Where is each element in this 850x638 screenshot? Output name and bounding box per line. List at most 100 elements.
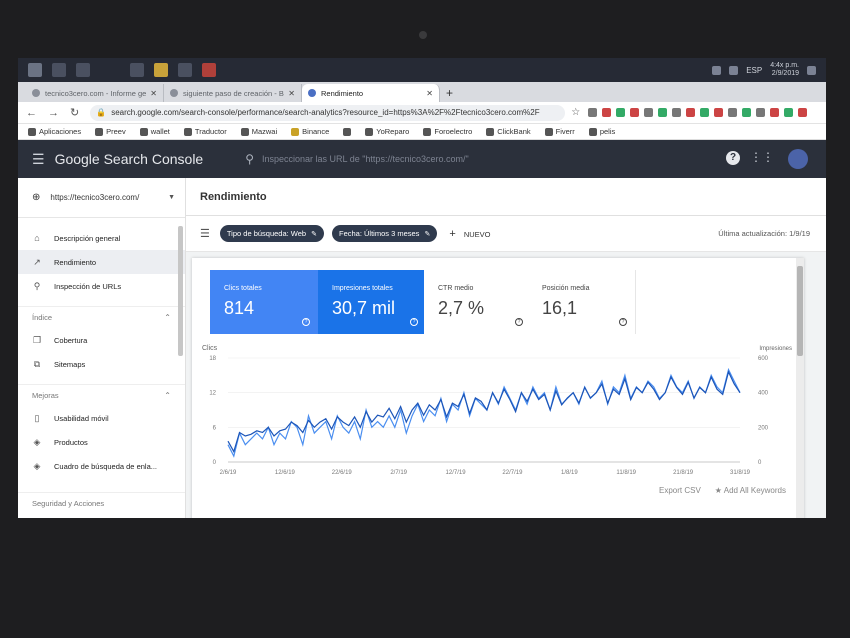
inspect-url-input[interactable]: Inspeccionar las URL de "https://tecnico…: [262, 154, 469, 164]
new-tab-icon[interactable]: +: [446, 84, 453, 102]
forward-icon[interactable]: →: [48, 107, 59, 119]
notifications-icon[interactable]: [807, 65, 816, 75]
bookmark[interactable]: Binance: [291, 127, 329, 136]
metric-total-clicks[interactable]: Clics totales 814 ?: [210, 270, 318, 334]
export-csv-button[interactable]: Export CSV: [659, 486, 701, 495]
performance-chart[interactable]: Clics Impresiones 0 6 12 18 0 200 400 600 2/6/19 12…: [192, 338, 796, 490]
help-icon[interactable]: ?: [302, 318, 310, 326]
sidebar-item-sitelinks-searchbox[interactable]: ◈ Cuadro de búsqueda de enla...: [18, 454, 185, 478]
section-index[interactable]: Índice ⌃: [18, 306, 185, 328]
plus-icon: +: [449, 227, 456, 240]
folder-icon[interactable]: [154, 63, 168, 77]
help-icon[interactable]: ?: [515, 318, 523, 326]
bookmark-star-icon[interactable]: ☆: [571, 107, 580, 118]
volume-icon[interactable]: [729, 65, 739, 75]
sidebar-item-mobile-usability[interactable]: ▯ Usabilidad móvil: [18, 406, 185, 430]
date-chip[interactable]: Fecha: Últimos 3 meses ✎: [331, 225, 438, 242]
extension-icon[interactable]: [644, 108, 654, 117]
browser-tab-active[interactable]: Rendimiento ✕: [302, 84, 440, 102]
filter-icon[interactable]: ☰: [200, 227, 210, 240]
search-icon[interactable]: [52, 63, 66, 77]
windows-start-icon[interactable]: [28, 63, 42, 77]
browser-tab[interactable]: siguiente paso de creación - Bing... ✕: [164, 84, 302, 102]
clock[interactable]: 4:4x p.m. 2/9/2019: [770, 62, 799, 78]
extension-icon[interactable]: [672, 108, 682, 117]
bookmark[interactable]: Traductor: [183, 127, 227, 136]
help-icon[interactable]: ?: [410, 318, 418, 326]
close-tab-icon[interactable]: ✕: [288, 89, 295, 98]
section-security[interactable]: Seguridad y Acciones: [18, 492, 185, 514]
extension-icon[interactable]: [714, 108, 724, 117]
bookmark[interactable]: YoReparo: [365, 127, 409, 136]
tab-title: siguiente paso de creación - Bing...: [183, 88, 284, 98]
bookmark[interactable]: Preev: [95, 127, 126, 136]
menu-icon[interactable]: ☰: [32, 151, 45, 168]
url-text: search.google.com/search-console/perform…: [111, 108, 540, 117]
sidebar-item-url-inspection[interactable]: ⚲ Inspección de URLs: [18, 274, 185, 298]
extension-icon[interactable]: [784, 108, 794, 117]
bookmark[interactable]: ClickBank: [486, 127, 531, 136]
extension-icon[interactable]: [658, 108, 668, 117]
apps-grid-icon[interactable]: ⋮⋮: [750, 150, 774, 164]
extension-icon[interactable]: [770, 108, 780, 117]
extension-icon[interactable]: [728, 108, 738, 117]
layers-icon: ◈: [33, 460, 41, 471]
search-icon[interactable]: ⚲: [245, 152, 254, 166]
reload-icon[interactable]: ↻: [70, 106, 79, 119]
store-icon[interactable]: [178, 63, 192, 77]
app-icon[interactable]: [202, 63, 216, 77]
extension-icon[interactable]: [686, 108, 696, 117]
sidebar-item-products[interactable]: ◈ Productos: [18, 430, 185, 454]
bookmark-label: wallet: [150, 127, 170, 136]
sidebar-item-sitemaps[interactable]: ⧉ Sitemaps: [18, 352, 185, 376]
task-view-icon[interactable]: [76, 63, 90, 77]
help-icon[interactable]: ?: [619, 318, 627, 326]
extension-icon[interactable]: [616, 108, 626, 117]
new-filter-button[interactable]: + NUEVO: [449, 228, 490, 240]
back-icon[interactable]: ←: [26, 107, 37, 119]
extension-icon[interactable]: [602, 108, 612, 117]
extension-icon[interactable]: [742, 108, 752, 117]
bookmark-apps[interactable]: Aplicaciones: [28, 127, 81, 136]
extension-icon[interactable]: [798, 108, 808, 117]
bookmark[interactable]: pelis: [588, 127, 615, 136]
bookmark[interactable]: Mazwai: [240, 127, 277, 136]
metric-total-impressions[interactable]: Impresiones totales 30,7 mil ?: [318, 270, 426, 334]
card-scrollbar[interactable]: [796, 258, 804, 518]
sidebar-scrollbar[interactable]: [178, 226, 183, 356]
section-improvements[interactable]: Mejoras ⌃: [18, 384, 185, 406]
bookmark[interactable]: wallet: [139, 127, 170, 136]
help-icon[interactable]: ?: [726, 151, 740, 165]
sidebar-item-performance[interactable]: ↗ Rendimiento: [18, 250, 185, 274]
sidebar-item-coverage[interactable]: ❐ Cobertura: [18, 328, 185, 352]
extension-icon[interactable]: [700, 108, 710, 117]
app-title[interactable]: Google Search Console: [55, 151, 204, 167]
app-icon[interactable]: [130, 63, 144, 77]
sidebar-item-label: Usabilidad móvil: [54, 413, 109, 423]
add-keywords-button[interactable]: ★ Add All Keywords: [715, 486, 786, 495]
scroll-thumb[interactable]: [797, 266, 803, 356]
chip-label: Fecha: Últimos 3 meses: [338, 229, 420, 238]
extension-icon[interactable]: [630, 108, 640, 117]
metric-position[interactable]: Posición media 16,1 ?: [528, 270, 636, 334]
sidebar-item-label: Cuadro de búsqueda de enla...: [54, 461, 157, 471]
avatar[interactable]: [788, 149, 808, 169]
search-type-chip[interactable]: Tipo de búsqueda: Web ✎: [219, 225, 324, 242]
extension-icon[interactable]: [756, 108, 766, 117]
extension-icon[interactable]: [588, 108, 598, 117]
property-url: https://tecnico3cero.com/: [50, 193, 140, 202]
bookmark[interactable]: Fiverr: [544, 127, 575, 136]
main-content: Rendimiento ☰ Tipo de búsqueda: Web ✎ Fe…: [186, 178, 826, 518]
metric-ctr[interactable]: CTR medio 2,7 % ?: [424, 270, 532, 334]
bookmark[interactable]: [343, 127, 352, 136]
network-icon[interactable]: [712, 65, 722, 75]
close-tab-icon[interactable]: ✕: [426, 89, 433, 98]
browser-tab[interactable]: tecnico3cero.com - Informe general o... …: [26, 84, 164, 102]
property-selector[interactable]: ⊕ https://tecnico3cero.com/ ▼: [18, 178, 185, 218]
bookmark[interactable]: Foroelectro: [423, 127, 472, 136]
language-indicator[interactable]: ESP: [746, 66, 762, 75]
layers-icon: ◈: [33, 436, 41, 447]
close-tab-icon[interactable]: ✕: [150, 89, 157, 98]
sidebar-item-overview[interactable]: ⌂ Descripción general: [18, 226, 185, 250]
address-bar[interactable]: 🔒 search.google.com/search-console/perfo…: [90, 104, 566, 121]
